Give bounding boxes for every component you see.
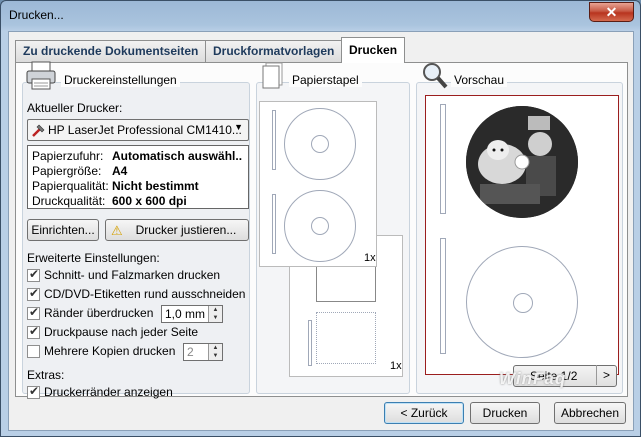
margins-stepper[interactable]: 1,0 mm ▲ ▼ (161, 305, 223, 323)
paper-size-label: Papiergröße: (32, 164, 102, 178)
printer-info-box: Papierzufuhr: Automatisch auswähl.. Papi… (27, 145, 249, 209)
label-rect-2 (316, 312, 376, 364)
extras-label: Extras: (27, 368, 65, 382)
front-strip-1 (272, 110, 276, 170)
pause-label[interactable]: Druckpause nach jeder Seite (44, 325, 198, 339)
paper-size-value: A4 (112, 164, 128, 178)
preview-strip-2 (440, 238, 446, 354)
copies-arrows-icon[interactable]: ▲ ▼ (208, 344, 222, 360)
title-bar[interactable]: Drucken... ✕ (1, 1, 640, 29)
cd-hole-2 (311, 217, 329, 235)
magnifier-icon (421, 61, 449, 91)
print-quality-label: Druckqualität: (32, 194, 106, 208)
tab-templates[interactable]: Druckformatvorlagen (205, 40, 343, 62)
cancel-button[interactable]: Abbrechen (554, 402, 626, 424)
window-title: Drucken... (9, 8, 64, 22)
chevron-down-icon: ▼ (234, 122, 243, 132)
cd-cut-label[interactable]: CD/DVD-Etiketten rund ausschneiden (44, 287, 245, 301)
stepper-arrows-icon[interactable]: ▲ ▼ (208, 306, 222, 322)
print-dialog: Drucken... ✕ Zu druckende Dokumentseiten… (0, 0, 641, 437)
paper-quality-value: Nicht bestimmt (112, 179, 199, 193)
cd-hole-preview (513, 293, 533, 313)
tab-print[interactable]: Drucken (341, 37, 406, 63)
stack-count-bottom: 1x (390, 360, 402, 372)
watermark-logo: WinFaq (499, 369, 567, 388)
print-button[interactable]: Drucken (470, 402, 540, 424)
copies-stepper[interactable]: 2 ▲ ▼ (183, 343, 223, 361)
label-strip (308, 320, 312, 366)
next-page-button[interactable]: > (596, 365, 616, 385)
paper-stack-title: Papierstapel (289, 73, 362, 87)
printer-settings-title: Druckereinstellungen (61, 73, 180, 87)
cd-outline-2 (284, 190, 356, 262)
preview-strip-1 (440, 104, 446, 214)
setup-button[interactable]: Einrichten... (27, 219, 99, 241)
printer-tool-icon (31, 122, 47, 138)
paper-stack-group: Papierstapel 1x 1x (256, 62, 410, 394)
front-strip-2 (272, 194, 276, 254)
margins-value: 1,0 mm (165, 307, 206, 321)
copies-checkbox[interactable] (27, 345, 40, 358)
preview-page (425, 95, 619, 375)
preview-group: Vorschau Seite 1/2 > (416, 63, 623, 394)
paper-sheet-front: 1x (259, 101, 377, 267)
print-quality-value: 600 x 600 dpi (112, 194, 187, 208)
printer-select[interactable]: HP LaserJet Professional CM1410... ▼ (27, 119, 249, 141)
advanced-settings-label: Erweiterte Einstellungen: (27, 251, 160, 265)
printer-margins-checkbox[interactable] (27, 384, 40, 399)
overprint-margins-checkbox[interactable] (27, 305, 40, 320)
cd-hole-1 (311, 135, 329, 153)
cd-cut-checkbox[interactable] (27, 286, 40, 301)
printer-margins-label[interactable]: Druckerränder anzeigen (44, 385, 173, 399)
cutmarks-label[interactable]: Schnitt- und Falzmarken drucken (44, 268, 220, 282)
copies-label[interactable]: Mehrere Kopien drucken (44, 344, 175, 358)
cd-outline-1 (284, 108, 356, 180)
paper-quality-label: Papierqualität: (32, 179, 109, 193)
printer-settings-group: Druckereinstellungen Aktueller Drucker: … (22, 61, 250, 399)
paper-source-label: Papierzufuhr: (32, 149, 104, 163)
copies-value: 2 (187, 345, 194, 359)
adjust-printer-button[interactable]: ⚠ Drucker justieren... (105, 219, 249, 241)
tab-panel: Druckereinstellungen Aktueller Drucker: … (15, 61, 628, 399)
paper-source-value: Automatisch auswähl.. (112, 149, 243, 163)
warning-icon: ⚠ (111, 223, 123, 238)
cutmarks-checkbox[interactable] (27, 267, 40, 282)
preview-title: Vorschau (451, 73, 508, 87)
printer-icon (25, 61, 57, 91)
close-button[interactable]: ✕ (589, 2, 634, 22)
printer-select-value: HP LaserJet Professional CM1410... (48, 123, 242, 137)
stack-count-top: 1x (364, 252, 376, 264)
pause-checkbox[interactable] (27, 324, 40, 339)
tab-documents[interactable]: Zu druckende Dokumentseiten (15, 40, 207, 62)
current-printer-label: Aktueller Drucker: (27, 101, 123, 115)
adjust-printer-label: Drucker justieren... (135, 223, 237, 237)
cd-label-photo (466, 106, 578, 218)
overprint-margins-label[interactable]: Ränder überdrucken (44, 306, 153, 320)
cd-outline-preview (466, 246, 578, 358)
back-button[interactable]: < Zurück (384, 402, 464, 424)
paper-stack-icon (260, 61, 286, 91)
